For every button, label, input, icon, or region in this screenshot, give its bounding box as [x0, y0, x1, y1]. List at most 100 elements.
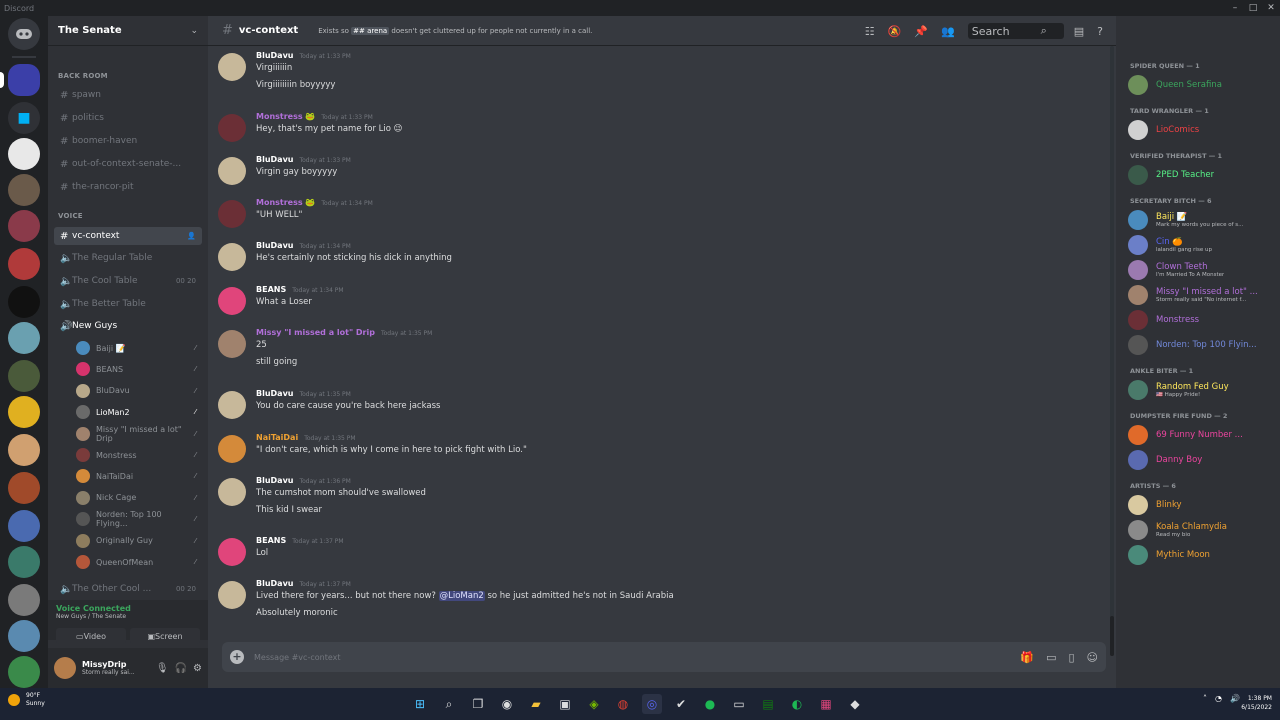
member-item[interactable]: 69 Funny Number ... — [1128, 424, 1276, 446]
voice-user[interactable]: Norden: Top 100 Flying... ⁄ — [76, 510, 202, 528]
emoji-icon[interactable]: ☺ — [1087, 651, 1098, 664]
voice-channel-cool[interactable]: 🔈 The Cool Table 00 20 — [54, 272, 202, 290]
channel-out-of-context[interactable]: # out-of-context-senate-... — [54, 155, 202, 173]
server-icon[interactable] — [8, 620, 40, 652]
message-author[interactable]: Monstress 🐸 — [256, 198, 315, 207]
message-author[interactable]: Missy "I missed a lot" Drip — [256, 328, 375, 337]
member-item[interactable]: Missy "I missed a lot" ... Storm really s… — [1128, 284, 1276, 306]
voice-user[interactable]: NaiTaiDai ⁄ — [76, 467, 202, 485]
voice-user[interactable]: QueenOfMean ⁄ — [76, 553, 202, 571]
add-member-icon[interactable]: 👤 — [187, 232, 196, 240]
windows-icon[interactable]: ⊞ — [410, 694, 430, 714]
server-icon[interactable] — [8, 286, 40, 318]
pin-icon[interactable]: 📌 — [914, 25, 928, 38]
member-item[interactable]: Random Fed Guy 🇺🇸 Happy Pride! — [1128, 379, 1276, 401]
scroll-thumb[interactable] — [1110, 616, 1114, 656]
volume-icon[interactable]: 🔊 — [1230, 694, 1240, 703]
nvidia-icon[interactable]: ◈ — [584, 694, 604, 714]
member-item[interactable]: 2PED Teacher — [1128, 164, 1276, 186]
avatar[interactable] — [218, 287, 246, 315]
message-author[interactable]: BluDavu — [256, 389, 293, 398]
avatar[interactable] — [218, 114, 246, 142]
voice-user[interactable]: BluDavu ⁄ — [76, 382, 202, 400]
voice-channel-regular[interactable]: 🔈 The Regular Table — [54, 249, 202, 267]
weather-widget[interactable]: 90°F Sunny — [8, 692, 45, 708]
member-item[interactable]: Baiji 📝 Mark my words you piece of s... — [1128, 209, 1276, 231]
avatar[interactable] — [218, 330, 246, 358]
user-mention[interactable]: @LioMan2 — [438, 591, 485, 601]
server-icon[interactable] — [8, 546, 40, 578]
search-input[interactable]: Search ⌕ — [967, 23, 1064, 39]
server-icon[interactable] — [8, 322, 40, 354]
voice-user[interactable]: Nick Cage ⁄ — [76, 489, 202, 507]
message-author[interactable]: BluDavu — [256, 155, 293, 164]
gif-icon[interactable]: ▭ — [1046, 651, 1056, 664]
avatar[interactable] — [218, 53, 246, 81]
spotify-green-icon[interactable]: ◐ — [787, 694, 807, 714]
member-list-icon[interactable]: 👥 — [941, 25, 955, 38]
help-icon[interactable]: ? — [1097, 25, 1103, 38]
message-author[interactable]: BluDavu — [256, 51, 293, 60]
member-item[interactable]: Norden: Top 100 Flyin... — [1128, 334, 1276, 356]
avatar[interactable] — [218, 581, 246, 609]
discord-icon[interactable]: ◎ — [642, 694, 662, 714]
voice-user[interactable]: BEANS ⁄ — [76, 360, 202, 378]
headphones-icon[interactable]: 🎧 — [175, 663, 187, 674]
server-icon[interactable] — [8, 584, 40, 616]
member-item[interactable]: Blinky — [1128, 494, 1276, 516]
screen-share-button[interactable]: ▣ Screen — [130, 628, 200, 644]
avatar[interactable] — [218, 157, 246, 185]
message-author[interactable]: BluDavu — [256, 579, 293, 588]
server-icon[interactable] — [8, 396, 40, 428]
notification-bell-icon[interactable]: 🔕 — [888, 25, 902, 38]
server-icon[interactable] — [8, 510, 40, 542]
server-icon[interactable] — [8, 360, 40, 392]
server-icon[interactable] — [8, 138, 40, 170]
server-icon[interactable] — [8, 656, 40, 688]
search-icon[interactable]: ⌕ — [439, 694, 459, 714]
server-icon[interactable] — [8, 472, 40, 504]
voice-user[interactable]: Baiji 📝 ⁄ — [76, 339, 202, 357]
member-item[interactable]: Koala Chlamydia Read my bio — [1128, 519, 1276, 541]
video-button[interactable]: ▭ Video — [56, 628, 126, 644]
voice-status[interactable]: Voice Connected — [56, 604, 200, 613]
chat-icon[interactable]: ◉ — [497, 694, 517, 714]
server-icon[interactable] — [8, 174, 40, 206]
voice-user[interactable]: LioMan2 ⁄ — [76, 403, 202, 421]
message-author[interactable]: BluDavu — [256, 476, 293, 485]
server-icon[interactable] — [8, 248, 40, 280]
avatar[interactable] — [218, 391, 246, 419]
member-item[interactable]: Mythic Moon — [1128, 544, 1276, 566]
message-input[interactable] — [254, 652, 1009, 662]
wifi-icon[interactable]: ◔ — [1215, 694, 1222, 703]
avatar[interactable] — [218, 538, 246, 566]
channel-politics[interactable]: # politics — [54, 109, 202, 127]
voice-channel-new-guys[interactable]: 🔊 New Guys — [54, 317, 202, 335]
voice-user[interactable]: Originally Guy ⁄ — [76, 532, 202, 550]
server-icon[interactable] — [8, 434, 40, 466]
store-icon[interactable]: ▣ — [555, 694, 575, 714]
app-icon[interactable]: ◆ — [845, 694, 865, 714]
avatar[interactable] — [218, 435, 246, 463]
threads-icon[interactable]: ☷ — [865, 25, 875, 38]
message-author[interactable]: NaiTaiDai — [256, 433, 298, 442]
terminal-icon[interactable]: ▭ — [729, 694, 749, 714]
message-author[interactable]: BEANS — [256, 285, 286, 294]
minimize-button[interactable]: – — [1226, 0, 1244, 16]
channel-rancor-pit[interactable]: # the-rancor-pit — [54, 178, 202, 196]
member-item[interactable]: Cin 🍊 lalandil gang rise up — [1128, 234, 1276, 256]
message-author[interactable]: BluDavu — [256, 241, 293, 250]
todo-icon[interactable]: ✔ — [671, 694, 691, 714]
taskview-icon[interactable]: ❐ — [468, 694, 488, 714]
settings-gear-icon[interactable]: ⚙ — [193, 663, 202, 674]
voice-channel-other[interactable]: 🔈 The Other Cool ... 00 20 — [54, 580, 202, 598]
inbox-icon[interactable]: ▤ — [1074, 25, 1084, 38]
voice-channel-better[interactable]: 🔈 The Better Table — [54, 295, 202, 313]
upload-plus-button[interactable]: + — [230, 650, 244, 664]
category-voice[interactable]: VOICE — [58, 212, 83, 220]
sticker-icon[interactable]: ▯ — [1068, 651, 1074, 664]
voice-user[interactable]: Monstress ⁄ — [76, 446, 202, 464]
channel-spawn[interactable]: # spawn — [54, 86, 202, 104]
spotify-icon[interactable]: ● — [700, 694, 720, 714]
avatar[interactable] — [218, 478, 246, 506]
